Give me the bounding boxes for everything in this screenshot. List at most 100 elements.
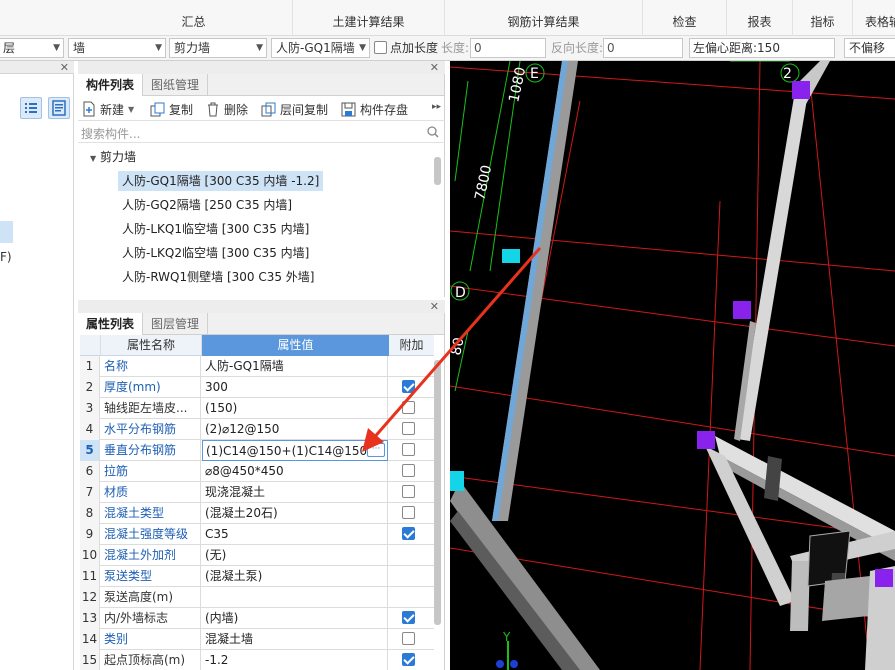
tree-item-component[interactable]: 人防-RWQ1侧壁墙 [300 C35 外墙] (118, 267, 319, 287)
floor-select[interactable]: 层 ▼ (0, 38, 64, 58)
property-grid-header: 属性名称 属性值 附加 (80, 335, 434, 356)
property-row[interactable]: 7 材质 现浇混凝土 (80, 482, 434, 503)
component-select[interactable]: 人防-GQ1隔墙 ▼ (271, 38, 370, 58)
property-row[interactable]: 8 混凝土类型 (混凝土20石) (80, 503, 434, 524)
additional-checkbox[interactable] (402, 632, 415, 645)
ribbon-report[interactable]: 报表 (727, 0, 793, 36)
additional-checkbox[interactable] (402, 422, 415, 435)
ribbon-index[interactable]: 指标 (793, 0, 853, 36)
offset-mode-select[interactable]: 不偏移 (844, 38, 895, 58)
floor-copy-button[interactable]: 层间复制 (261, 100, 328, 118)
row-number: 6 (80, 461, 100, 482)
property-row[interactable]: 15 起点顶标高(m) -1.2 (80, 650, 434, 670)
additional-checkbox[interactable] (402, 380, 415, 393)
property-value[interactable]: (1)C14@150+(1)C14@150 (202, 440, 388, 461)
category-select[interactable]: 墙 ▼ (68, 38, 166, 58)
point-length-label: 点加长度 (390, 41, 439, 55)
property-value[interactable]: 现浇混凝土 (202, 482, 388, 503)
left-offset-field[interactable]: 左偏心距离:150 (689, 38, 835, 58)
ellipsis-button[interactable]: ··· (367, 443, 385, 457)
property-row[interactable]: 2 厚度(mm) 300 (80, 377, 434, 398)
property-value[interactable]: (150) (202, 398, 388, 419)
selected-nav-item[interactable] (0, 221, 13, 243)
property-row[interactable]: 12 泵送高度(m) (80, 587, 434, 608)
property-row[interactable]: 1 名称 人防-GQ1隔墙 (80, 356, 434, 377)
length-input[interactable]: 0 (470, 38, 546, 58)
property-row[interactable]: 11 泵送类型 (混凝土泵) (80, 566, 434, 587)
additional-checkbox[interactable] (402, 653, 415, 666)
property-value[interactable]: -1.2 (202, 650, 388, 670)
tree-item-component[interactable]: 人防-LKQ2临空墙 [300 C35 内墙] (118, 243, 313, 263)
property-value[interactable]: 300 (202, 377, 388, 398)
tab-property-list[interactable]: 属性列表 (78, 313, 144, 335)
tab-layer-management[interactable]: 图层管理 (143, 313, 209, 335)
copy-button[interactable]: 复制 (150, 100, 193, 118)
property-value[interactable]: 人防-GQ1隔墙 (202, 356, 388, 377)
close-icon[interactable]: ✕ (430, 300, 439, 313)
property-row[interactable]: 5 垂直分布钢筋 (1)C14@150+(1)C14@150 ··· (80, 440, 434, 461)
property-row[interactable]: 10 混凝土外加剂 (无) (80, 545, 434, 566)
additional-checkbox[interactable] (402, 443, 415, 456)
row-number: 1 (80, 356, 100, 377)
additional-checkbox[interactable] (402, 527, 415, 540)
additional-checkbox[interactable] (402, 485, 415, 498)
property-value[interactable]: (混凝土20石) (202, 503, 388, 524)
property-row[interactable]: 4 水平分布钢筋 (2)⌀12@150 (80, 419, 434, 440)
property-toolbar: 层 ▼ 墙 ▼ 剪力墙 ▼ 人防-GQ1隔墙 ▼ 点加长度 长度: 0 反向长度: 0 … (0, 36, 895, 61)
property-row[interactable]: 14 类别 混凝土墙 (80, 629, 434, 650)
wall-highlight (492, 61, 568, 521)
additional-checkbox[interactable] (402, 611, 415, 624)
close-icon[interactable]: ✕ (430, 61, 439, 74)
property-name: 混凝土类型 (101, 503, 201, 524)
property-value[interactable]: 混凝土墙 (202, 629, 388, 650)
detail-view-icon[interactable] (48, 97, 70, 119)
property-value[interactable]: C35 (202, 524, 388, 545)
property-name: 拉筋 (101, 461, 201, 482)
delete-button[interactable]: 删除 (206, 100, 248, 118)
tab-drawing-management[interactable]: 图纸管理 (143, 74, 209, 96)
property-row[interactable]: 9 混凝土强度等级 C35 (80, 524, 434, 545)
search-input[interactable]: 搜索构件... (81, 125, 140, 142)
save-component-button[interactable]: 构件存盘 (341, 100, 408, 118)
close-icon[interactable]: ✕ (60, 61, 69, 74)
property-value[interactable]: ⌀8@450*450 (202, 461, 388, 482)
tree-group-shear-wall[interactable]: ▼ 剪力墙 (90, 147, 136, 167)
ribbon-civil-results[interactable]: 土建计算结果 (293, 0, 445, 36)
scrollbar[interactable] (434, 360, 441, 625)
type-select[interactable]: 剪力墙 ▼ (169, 38, 267, 58)
component-search[interactable]: 搜索构件... (78, 122, 445, 143)
ribbon-rebar-results[interactable]: 钢筋计算结果 (445, 0, 643, 36)
tree-item-component[interactable]: 人防-LKQ1临空墙 [300 C35 内墙] (118, 219, 313, 239)
reverse-length-label: 反向长度: (551, 41, 604, 55)
property-value[interactable]: (混凝土泵) (202, 566, 388, 587)
reverse-length-input[interactable]: 0 (603, 38, 683, 58)
property-row[interactable]: 13 内/外墙标志 (内墙) (80, 608, 434, 629)
property-value[interactable]: (2)⌀12@150 (202, 419, 388, 440)
additional-checkbox[interactable] (402, 401, 415, 414)
ribbon-table-input[interactable]: 表格输 (853, 0, 895, 36)
additional-checkbox[interactable] (402, 464, 415, 477)
tree-item-component[interactable]: 人防-GQ2隔墙 [250 C35 内墙] (118, 195, 296, 215)
property-row[interactable]: 3 轴线距左墙皮... (150) (80, 398, 434, 419)
3d-viewport[interactable]: 1080 7800 80 E D 2 Y (450, 61, 895, 670)
list-view-icon[interactable] (20, 97, 42, 119)
more-icon[interactable]: ▸▸ (432, 102, 441, 112)
ribbon-check[interactable]: 检查 (643, 0, 727, 36)
ribbon-summary[interactable]: 汇总 (95, 0, 293, 36)
scrollbar[interactable] (434, 157, 441, 185)
point-length-checkbox[interactable] (374, 41, 387, 54)
search-icon[interactable] (427, 126, 439, 138)
tree-item-component[interactable]: 人防-GQ1隔墙 [300 C35 内墙 -1.2] (118, 171, 324, 191)
column (792, 81, 810, 99)
additional-checkbox[interactable] (402, 506, 415, 519)
property-name: 轴线距左墙皮... (101, 398, 201, 419)
property-value[interactable]: (无) (202, 545, 388, 566)
property-value[interactable]: (内墙) (202, 608, 388, 629)
row-number: 12 (80, 587, 100, 608)
new-button[interactable]: 新建 ▼ (82, 100, 134, 118)
tab-component-list[interactable]: 构件列表 (78, 74, 144, 96)
expand-icon: ▼ (90, 154, 97, 163)
property-row[interactable]: 6 拉筋 ⌀8@450*450 (80, 461, 434, 482)
header-property-name: 属性名称 (101, 335, 202, 356)
property-value[interactable] (202, 587, 388, 608)
